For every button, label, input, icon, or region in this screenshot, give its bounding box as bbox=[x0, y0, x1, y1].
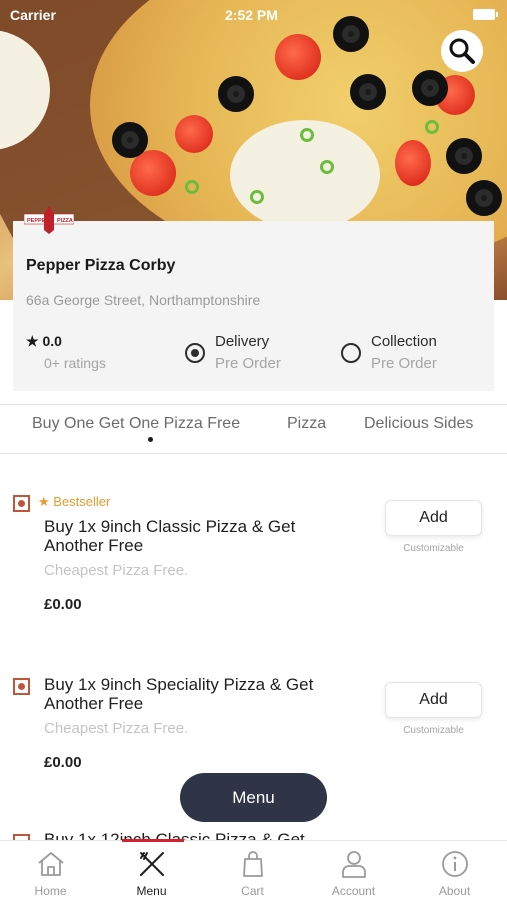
nav-account-label: Account bbox=[331, 884, 376, 898]
tab-pizza[interactable]: Pizza bbox=[287, 415, 326, 433]
search-icon bbox=[449, 38, 475, 64]
customizable-label: Customizable bbox=[403, 725, 464, 736]
star-icon: ★ bbox=[26, 333, 39, 349]
radio-unselected-icon[interactable] bbox=[341, 343, 361, 363]
restaurant-logo: PEPPER PIZZA bbox=[24, 206, 74, 234]
home-icon bbox=[38, 852, 64, 876]
carrier-label: Carrier bbox=[10, 7, 56, 23]
active-tab-indicator bbox=[148, 437, 153, 442]
bestseller-badge: ★ Bestseller bbox=[38, 494, 111, 509]
collection-sub: Pre Order bbox=[371, 355, 437, 372]
item-description: Cheapest Pizza Free. bbox=[44, 562, 189, 579]
restaurant-name: Pepper Pizza Corby bbox=[26, 257, 176, 274]
item-title: Buy 1x 9inch Classic Pizza & Get Another… bbox=[44, 517, 296, 555]
nav-menu-label: Menu bbox=[136, 884, 167, 898]
nav-cart[interactable]: Cart bbox=[202, 841, 303, 900]
item-description: Cheapest Pizza Free. bbox=[44, 720, 189, 737]
search-button[interactable] bbox=[441, 30, 483, 72]
svg-text:PIZZA: PIZZA bbox=[57, 218, 73, 224]
restaurant-address: 66a George Street, Northamptonshire bbox=[26, 292, 261, 308]
collection-label: Collection bbox=[371, 333, 437, 350]
nav-account[interactable]: Account bbox=[303, 841, 404, 900]
customizable-label: Customizable bbox=[403, 543, 464, 554]
nav-home-label: Home bbox=[34, 884, 67, 898]
battery-icon bbox=[473, 9, 498, 20]
nav-cart-label: Cart bbox=[241, 884, 264, 898]
ratings-count: 0+ ratings bbox=[44, 355, 106, 371]
category-tabs: Buy One Get One Pizza Free Pizza Delicio… bbox=[0, 404, 507, 454]
bag-icon bbox=[243, 851, 263, 877]
rating: ★ 0.0 bbox=[26, 333, 62, 350]
star-icon: ★ bbox=[38, 494, 50, 509]
fork-knife-icon bbox=[140, 852, 164, 876]
bottom-nav: Home Menu Cart Account About bbox=[0, 840, 507, 900]
add-button[interactable]: Add bbox=[385, 500, 482, 536]
user-icon bbox=[342, 851, 366, 878]
tab-delicious-sides[interactable]: Delicious Sides bbox=[364, 415, 473, 433]
add-button[interactable]: Add bbox=[385, 682, 482, 718]
info-icon bbox=[442, 851, 468, 877]
nav-about[interactable]: About bbox=[404, 841, 505, 900]
food-type-icon bbox=[13, 678, 30, 695]
nav-about-label: About bbox=[438, 884, 471, 898]
svg-text:PEPPER: PEPPER bbox=[27, 218, 49, 224]
menu-button[interactable]: Menu bbox=[180, 773, 327, 822]
item-title: Buy 1x 9inch Speciality Pizza & Get Anot… bbox=[44, 675, 314, 713]
status-bar: Carrier 2:52 PM bbox=[0, 5, 507, 25]
delivery-sub: Pre Order bbox=[215, 355, 281, 372]
rating-value: 0.0 bbox=[42, 333, 62, 349]
item-price: £0.00 bbox=[44, 596, 82, 613]
nav-menu[interactable]: Menu bbox=[101, 841, 202, 900]
food-type-icon bbox=[13, 495, 30, 512]
clock: 2:52 PM bbox=[225, 7, 278, 23]
item-price: £0.00 bbox=[44, 754, 82, 771]
radio-selected-icon[interactable] bbox=[185, 343, 205, 363]
tab-bogof[interactable]: Buy One Get One Pizza Free bbox=[32, 415, 240, 433]
delivery-label: Delivery bbox=[215, 333, 270, 350]
active-nav-indicator bbox=[122, 839, 184, 842]
nav-home[interactable]: Home bbox=[0, 841, 101, 900]
